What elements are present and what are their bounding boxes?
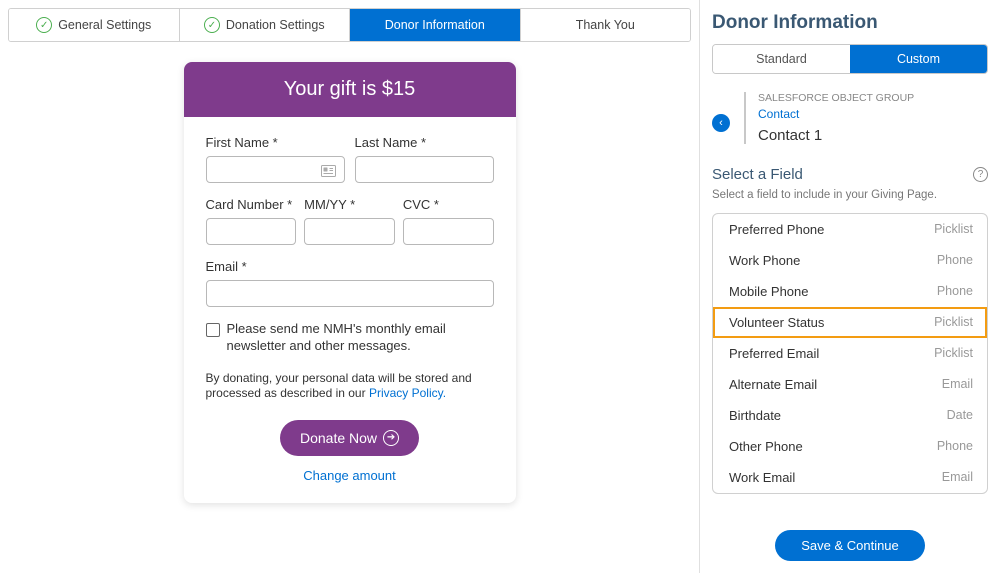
field-name: Work Email	[729, 470, 795, 485]
tab-label: General Settings	[58, 18, 151, 32]
field-name: Preferred Phone	[729, 222, 824, 237]
field-type: Email	[942, 377, 973, 392]
breadcrumb-current: Contact 1	[758, 127, 914, 144]
right-panel: Donor Information Standard Custom ‹ SALE…	[700, 0, 1000, 573]
email-label: Email *	[206, 259, 494, 274]
field-name: Birthdate	[729, 408, 781, 423]
field-work-email[interactable]: Work Email Email	[713, 462, 987, 493]
field-birthdate[interactable]: Birthdate Date	[713, 400, 987, 431]
field-name: Preferred Email	[729, 346, 819, 361]
tab-thank-you[interactable]: Thank You	[521, 9, 691, 41]
breadcrumb: ‹ SALESFORCE OBJECT GROUP Contact Contac…	[712, 92, 988, 144]
check-circle-icon: ✓	[36, 17, 52, 33]
tab-donation-settings[interactable]: ✓ Donation Settings	[180, 9, 351, 41]
first-name-input[interactable]	[206, 156, 345, 183]
donate-now-label: Donate Now	[300, 430, 377, 446]
field-type: Phone	[937, 253, 973, 268]
donation-form-card: Your gift is $15 First Name * Last Name …	[184, 62, 516, 503]
cvc-input[interactable]	[403, 218, 494, 245]
form-body: First Name * Last Name * Ca	[184, 117, 516, 503]
tab-label: Donation Settings	[226, 18, 325, 32]
email-input[interactable]	[206, 280, 494, 307]
field-work-phone[interactable]: Work Phone Phone	[713, 245, 987, 276]
field-type: Email	[942, 470, 973, 485]
field-type: Picklist	[934, 222, 973, 237]
last-name-input[interactable]	[355, 156, 494, 183]
field-type: Picklist	[934, 315, 973, 330]
arrow-right-circle-icon: ➔	[383, 430, 399, 446]
last-name-label: Last Name *	[355, 135, 494, 150]
contact-card-icon	[321, 164, 336, 180]
field-preferred-phone[interactable]: Preferred Phone Picklist	[713, 214, 987, 245]
mmyy-input[interactable]	[304, 218, 395, 245]
select-field-header: Select a Field ?	[712, 166, 988, 183]
field-type: Picklist	[934, 346, 973, 361]
tab-label: Thank You	[576, 18, 635, 32]
tab-donor-information[interactable]: Donor Information	[350, 9, 521, 41]
left-panel: ✓ General Settings ✓ Donation Settings D…	[0, 0, 700, 573]
card-number-input[interactable]	[206, 218, 297, 245]
first-name-label: First Name *	[206, 135, 345, 150]
tab-general-settings[interactable]: ✓ General Settings	[9, 9, 180, 41]
tabs: ✓ General Settings ✓ Donation Settings D…	[8, 8, 691, 42]
form-header: Your gift is $15	[184, 62, 516, 117]
toggle-custom[interactable]: Custom	[850, 45, 987, 73]
field-alternate-email[interactable]: Alternate Email Email	[713, 369, 987, 400]
field-name: Alternate Email	[729, 377, 817, 392]
field-type: Date	[947, 408, 973, 423]
right-panel-title: Donor Information	[712, 12, 988, 34]
change-amount-link[interactable]: Change amount	[206, 468, 494, 483]
privacy-text: By donating, your personal data will be …	[206, 371, 494, 402]
breadcrumb-group-label: SALESFORCE OBJECT GROUP	[758, 92, 914, 104]
select-field-title: Select a Field	[712, 166, 803, 183]
field-volunteer-status[interactable]: Volunteer Status Picklist	[713, 307, 987, 338]
save-continue-button[interactable]: Save & Continue	[775, 530, 925, 561]
standard-custom-toggle: Standard Custom	[712, 44, 988, 74]
field-type: Phone	[937, 439, 973, 454]
newsletter-text: Please send me NMH's monthly email newsl…	[227, 321, 494, 355]
newsletter-checkbox-row[interactable]: Please send me NMH's monthly email newsl…	[206, 321, 494, 355]
field-type: Phone	[937, 284, 973, 299]
field-name: Volunteer Status	[729, 315, 824, 330]
help-icon[interactable]: ?	[973, 167, 988, 182]
privacy-policy-link[interactable]: Privacy Policy.	[369, 386, 446, 400]
checkbox-icon[interactable]	[206, 323, 220, 337]
field-name: Other Phone	[729, 439, 803, 454]
toggle-standard[interactable]: Standard	[713, 45, 850, 73]
field-other-phone[interactable]: Other Phone Phone	[713, 431, 987, 462]
form-wrapper: Your gift is $15 First Name * Last Name …	[8, 62, 691, 503]
mmyy-label: MM/YY *	[304, 197, 395, 212]
card-number-label: Card Number *	[206, 197, 297, 212]
breadcrumb-link-contact[interactable]: Contact	[758, 107, 914, 121]
back-button[interactable]: ‹	[712, 114, 730, 132]
tab-label: Donor Information	[385, 18, 485, 32]
field-list: Preferred Phone Picklist Work Phone Phon…	[712, 213, 988, 494]
chevron-left-icon: ‹	[719, 117, 723, 129]
cvc-label: CVC *	[403, 197, 494, 212]
field-name: Work Phone	[729, 253, 800, 268]
donate-now-button[interactable]: Donate Now ➔	[280, 420, 419, 456]
field-name: Mobile Phone	[729, 284, 809, 299]
check-circle-icon: ✓	[204, 17, 220, 33]
select-field-subtext: Select a field to include in your Giving…	[712, 189, 988, 201]
field-preferred-email[interactable]: Preferred Email Picklist	[713, 338, 987, 369]
field-mobile-phone[interactable]: Mobile Phone Phone	[713, 276, 987, 307]
